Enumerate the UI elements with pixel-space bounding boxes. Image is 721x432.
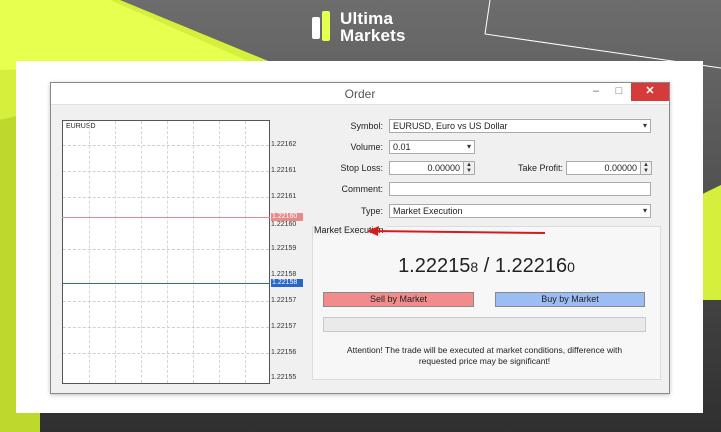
bid-price-tag: 1.22158 [271,279,303,287]
chart-symbol-label: EURUSD [66,123,96,130]
take-profit-label: Take Profit: [517,163,563,173]
price-tick: 1.22155 [271,374,297,381]
volume-select[interactable]: 0.01 ▾ [389,140,475,154]
ask-price-last-digit: 0 [567,259,575,275]
title-bar: Order – □ ✕ [51,83,669,105]
order-type-select[interactable]: Market Execution ▾ [389,204,651,218]
bid-price: 1.22215 [398,255,471,277]
price-tick: 1.22157 [271,323,297,330]
order-window: Order – □ ✕ EURUSD 1.22162 1.22161 1.221… [50,82,670,394]
symbol-select[interactable]: EURUSD, Euro vs US Dollar ▾ [389,119,651,133]
price-tick: 1.22160 [271,221,297,228]
window-title: Order [344,87,376,101]
chevron-down-icon: ▾ [642,121,647,130]
quote-separator: / [478,255,495,277]
tick-chart: EURUSD [62,120,270,384]
bid-price-last-digit: 8 [470,259,479,275]
comment-label: Comment: [341,184,383,194]
execution-progress-bar [323,317,646,332]
symbol-label: Symbol: [350,121,383,131]
price-tick: 1.22159 [271,245,297,252]
bid-ask-quote: 1.222158 / 1.222160 [312,255,661,278]
type-label: Type: [360,206,383,216]
price-tick: 1.22158 [271,271,297,278]
minimize-button[interactable]: – [585,83,607,101]
stop-loss-label: Stop Loss: [340,163,383,173]
attention-message: Attention! The trade will be executed at… [346,345,623,366]
take-profit-input[interactable]: 0.00000 ▲ ▼ [566,161,652,175]
buy-by-market-button[interactable]: Buy by Market [495,292,645,307]
spin-updown-icon[interactable]: ▲ ▼ [463,162,474,174]
price-tick: 1.22161 [271,193,297,200]
price-tick: 1.22161 [271,167,297,174]
price-scale: 1.22162 1.22161 1.22161 1.22160 1.22159 … [271,120,317,384]
price-tick: 1.22157 [271,297,297,304]
brand-logo: Ultima Markets [312,10,406,44]
price-tick: 1.22156 [271,349,297,356]
brand-name: Ultima Markets [340,9,406,45]
ask-price: 1.22216 [494,255,568,277]
chevron-down-icon: ▾ [466,142,471,151]
ask-price-line [62,217,270,218]
red-arrow-icon [367,226,546,236]
chevron-down-icon: ▾ [642,206,647,215]
close-button[interactable]: ✕ [631,83,669,101]
volume-label: Volume: [350,142,383,152]
price-tick: 1.22162 [271,141,297,148]
brand-mark-icon [312,11,332,43]
ask-price-tag: 1.22160 [271,213,303,221]
comment-input[interactable] [389,182,651,196]
stop-loss-input[interactable]: 0.00000 ▲ ▼ [389,161,475,175]
maximize-button[interactable]: □ [609,83,629,101]
sell-by-market-button[interactable]: Sell by Market [323,292,474,307]
bid-price-line [62,283,270,284]
spin-updown-icon[interactable]: ▲ ▼ [640,162,651,174]
